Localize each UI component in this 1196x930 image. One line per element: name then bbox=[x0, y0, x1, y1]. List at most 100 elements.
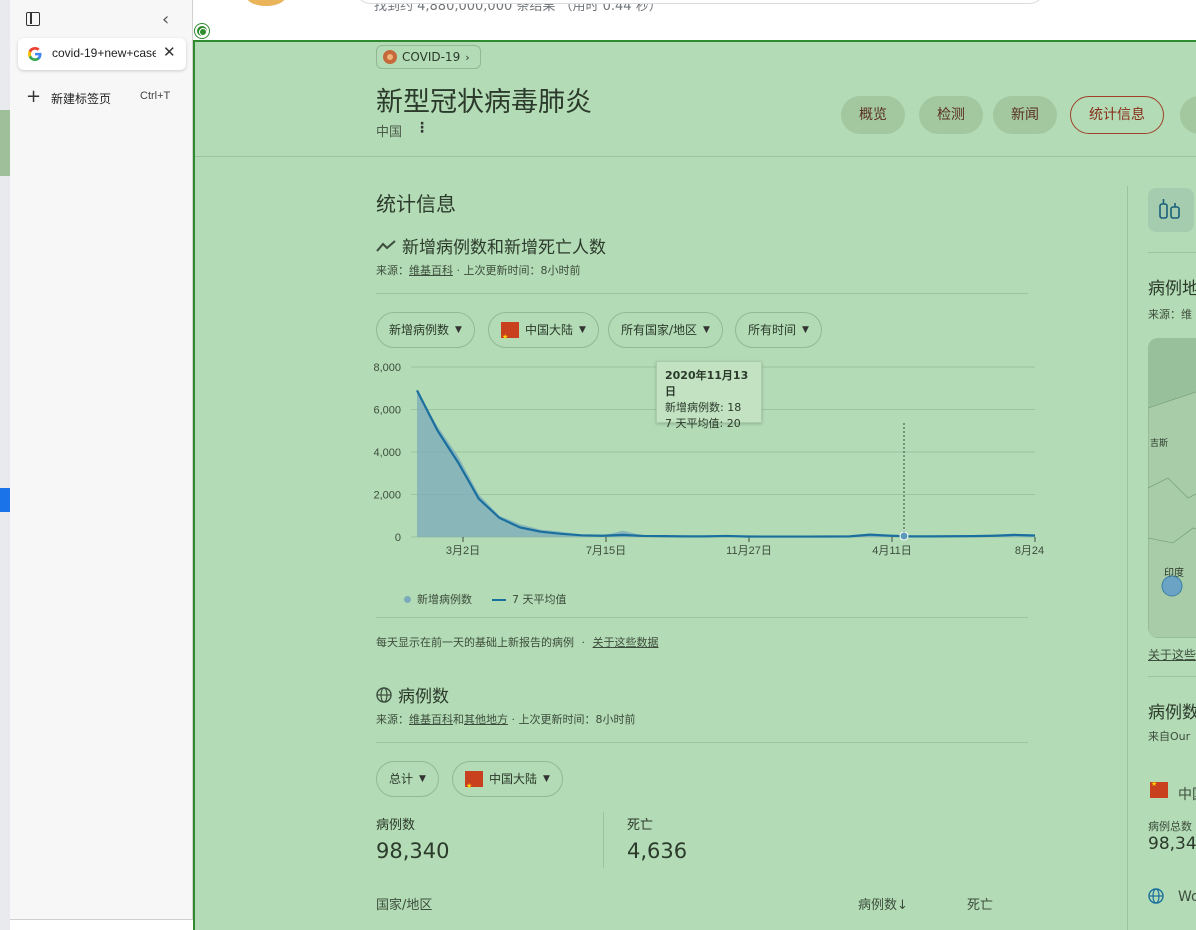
tab-testing[interactable]: 检测 bbox=[919, 96, 983, 134]
selection-overlay: COVID-19 › 新型冠状病毒肺炎 中国 ⋮ 概览 检测 新闻 统计信息 预… bbox=[193, 40, 1196, 930]
world-label: Wo bbox=[1178, 889, 1196, 905]
tooltip-date: 2020年11月13日 bbox=[665, 369, 749, 398]
plus-icon: + bbox=[26, 86, 42, 107]
hover-point bbox=[899, 531, 909, 541]
y-tick-label: 8,000 bbox=[373, 362, 401, 374]
time-range-dropdown[interactable]: 所有时间 ▼ bbox=[735, 312, 822, 348]
wikipedia-link[interactable]: 维基百科 bbox=[409, 264, 453, 277]
tab-covid-search[interactable]: covid-19+new+cases ✕ bbox=[18, 38, 186, 70]
chart-tooltip: 2020年11月13日 新增病例数: 18 7 天平均值: 20 bbox=[656, 361, 762, 430]
y-tick-label: 0 bbox=[395, 532, 401, 544]
background-page-edge bbox=[0, 0, 10, 930]
globe-icon bbox=[376, 686, 392, 703]
x-tick-label: 3月2日 bbox=[446, 545, 480, 557]
dropdown-label: 所有时间 bbox=[748, 323, 797, 337]
source-updated: · 上次更新时间：8小时前 bbox=[508, 713, 636, 726]
about-data-link[interactable]: 关于这些数据 bbox=[593, 636, 659, 649]
divider bbox=[1148, 676, 1196, 677]
new-tab-shortcut: Ctrl+T bbox=[140, 90, 171, 102]
region-dropdown[interactable]: 中国大陆 ▼ bbox=[488, 312, 599, 354]
col-cases-sort[interactable]: 病例数↓ bbox=[858, 894, 908, 913]
source-updated: · 上次更新时间：8小时前 bbox=[453, 264, 581, 277]
dropdown-label: 中国大陆 bbox=[525, 323, 574, 337]
divider bbox=[376, 617, 1028, 618]
more-options-icon[interactable]: ⋮ bbox=[415, 120, 429, 136]
cases-map[interactable]: 吉斯 印度 尼 bbox=[1148, 338, 1196, 638]
caret-down-icon: ▼ bbox=[419, 774, 426, 784]
x-tick-label: 4月11日 bbox=[872, 545, 912, 557]
tab-title: covid-19+new+cases bbox=[52, 46, 156, 60]
map-label: 吉斯 bbox=[1150, 437, 1168, 448]
collapse-panel-icon[interactable]: ‹ bbox=[162, 9, 169, 30]
new-tab-button[interactable]: + 新建标签页 Ctrl+T bbox=[18, 80, 186, 112]
close-icon[interactable]: ✕ bbox=[163, 43, 176, 61]
tab-statistics[interactable]: 统计信息 bbox=[1070, 96, 1164, 134]
legend-new-cases: 新增病例数 bbox=[404, 591, 472, 607]
country-dropdown[interactable]: 所有国家/地区 ▼ bbox=[608, 312, 723, 348]
source-prefix: 来源： bbox=[376, 713, 409, 726]
chip-label: COVID-19 bbox=[402, 50, 461, 64]
chart-title: 新增病例数和新增死亡人数 bbox=[402, 238, 606, 258]
result-count: 找到约 4,880,000,000 条结果 （用时 0.44 秒） bbox=[374, 4, 662, 14]
legend-label: 7 天平均值 bbox=[512, 593, 567, 606]
metric-dropdown[interactable]: 新增病例数 ▼ bbox=[376, 312, 475, 348]
map-title: 病例地 bbox=[1148, 279, 1196, 299]
cases-card-title: 病例数 bbox=[1148, 703, 1196, 723]
deaths-label: 死亡 bbox=[627, 818, 654, 833]
cases-source: 来源：维基百科和其他地方 · 上次更新时间：8小时前 bbox=[376, 711, 636, 727]
map-source: 来源：维 bbox=[1148, 308, 1192, 321]
about-map-link[interactable]: 关于这些 bbox=[1148, 646, 1196, 663]
china-flag-icon bbox=[501, 320, 519, 354]
total-cases-label: 病例总数 bbox=[1148, 820, 1192, 833]
new-tab-label: 新建标签页 bbox=[51, 92, 112, 106]
col-region[interactable]: 国家/地区 bbox=[376, 894, 432, 913]
covid-knowledge-panel: COVID-19 › 新型冠状病毒肺炎 中国 ⋮ 概览 检测 新闻 统计信息 预… bbox=[195, 42, 1196, 930]
wikipedia-link[interactable]: 维基百科 bbox=[409, 713, 453, 726]
x-tick-label: 11月27日 bbox=[726, 545, 772, 557]
cases-label: 病例数 bbox=[376, 818, 416, 833]
caret-down-icon: ▼ bbox=[579, 325, 586, 335]
chart-heading: 新增病例数和新增死亡人数 bbox=[376, 233, 606, 258]
background-search-header: 找到约 4,880,000,000 条结果 （用时 0.44 秒） bbox=[194, 0, 1196, 40]
note-text: 每天显示在前一天的基础上新报告的病例 bbox=[376, 636, 574, 649]
source-and: 和 bbox=[453, 713, 464, 726]
tab-actions-icon[interactable] bbox=[26, 12, 40, 26]
cases-value: 98,340 bbox=[376, 839, 450, 863]
x-tick-label: 7月15日 bbox=[586, 545, 626, 557]
region-name: 中国 bbox=[1178, 787, 1196, 803]
globe-icon bbox=[1148, 888, 1164, 904]
cases-heading: 病例数 bbox=[376, 682, 449, 707]
column-divider bbox=[1127, 186, 1128, 930]
other-sources-link[interactable]: 其他地方 bbox=[464, 713, 508, 726]
china-flag-icon bbox=[1150, 780, 1168, 798]
caret-down-icon: ▼ bbox=[802, 325, 809, 335]
china-flag-icon bbox=[465, 769, 483, 803]
background-block bbox=[0, 110, 10, 176]
tab-news[interactable]: 新闻 bbox=[993, 96, 1057, 134]
legend-dot bbox=[404, 596, 411, 603]
covid-breadcrumb-chip[interactable]: COVID-19 › bbox=[376, 45, 481, 69]
y-tick-label: 2,000 bbox=[373, 490, 401, 502]
tab-prevention[interactable]: 预 bbox=[1180, 96, 1196, 134]
map-shapes: 吉斯 印度 尼 bbox=[1148, 391, 1196, 638]
cases-region-dropdown[interactable]: 中国大陆 ▼ bbox=[452, 761, 563, 803]
total-dropdown[interactable]: 总计 ▼ bbox=[376, 761, 439, 797]
section-title: 统计信息 bbox=[376, 192, 456, 216]
divider bbox=[1148, 252, 1196, 253]
dropdown-label: 新增病例数 bbox=[389, 323, 450, 337]
vaccine-card[interactable] bbox=[1148, 188, 1194, 232]
caret-down-icon: ▼ bbox=[455, 325, 462, 335]
legend-label: 新增病例数 bbox=[417, 593, 472, 606]
chevron-right-icon: › bbox=[465, 50, 470, 64]
selection-target-icon[interactable] bbox=[195, 24, 209, 38]
tab-overview[interactable]: 概览 bbox=[841, 96, 905, 134]
dropdown-label: 中国大陆 bbox=[489, 772, 538, 786]
col-deaths[interactable]: 死亡 bbox=[967, 894, 993, 913]
cases-card-source: 来自Our bbox=[1148, 730, 1191, 743]
chart-note: 每天显示在前一天的基础上新报告的病例 · 关于这些数据 bbox=[376, 634, 659, 650]
header-divider bbox=[195, 156, 1196, 157]
divider bbox=[376, 293, 1028, 294]
trending-icon bbox=[376, 239, 396, 252]
doodle-logo bbox=[246, 0, 286, 6]
location-label: 中国 bbox=[376, 125, 403, 140]
